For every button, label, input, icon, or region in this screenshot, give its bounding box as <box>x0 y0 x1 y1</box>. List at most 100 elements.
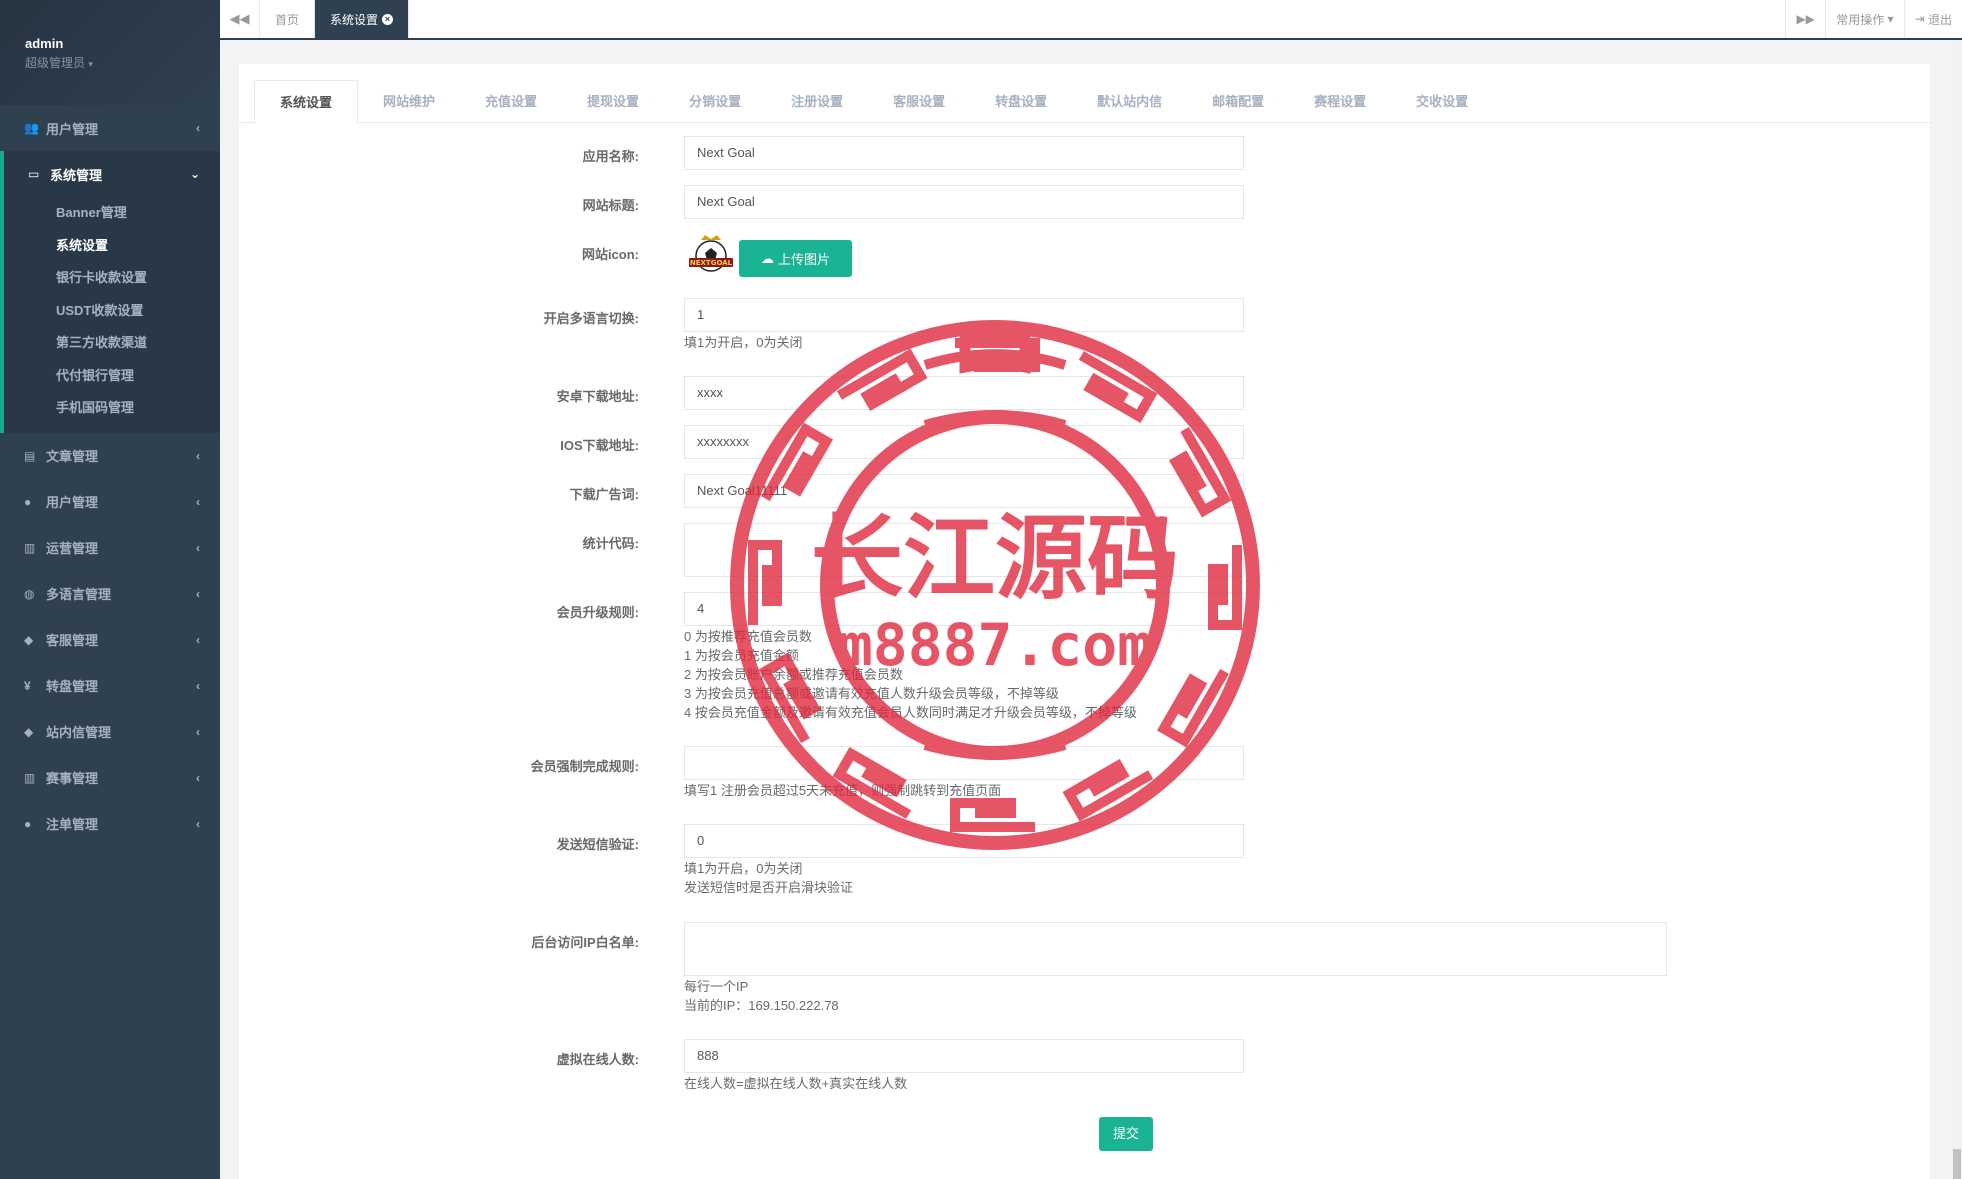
user-profile: admin 超级管理员 ▾ <box>0 0 220 105</box>
force-rule-input[interactable] <box>684 746 1244 780</box>
sidebar-item-matches[interactable]: ▥ 赛事管理 ‹ <box>0 755 220 801</box>
sidebar-sub-bank[interactable]: 银行卡收款设置 <box>4 262 220 295</box>
sidebar-item-system[interactable]: ▭ 系统管理 ⌄ <box>4 151 220 197</box>
caret-down-icon: ▾ <box>88 59 93 69</box>
page-scrollbar[interactable] <box>1952 42 1962 1179</box>
upload-image-button[interactable]: ☁ 上传图片 <box>739 240 852 277</box>
sidebar-item-operations[interactable]: ▥ 运营管理 ‹ <box>0 525 220 571</box>
sidebar-sub-banner[interactable]: Banner管理 <box>4 197 220 230</box>
common-ops-dropdown[interactable]: 常用操作 ▾ <box>1825 0 1903 38</box>
tab-default-message[interactable]: 默认站内信 <box>1072 80 1187 123</box>
chevron-left-icon: ‹ <box>196 448 200 463</box>
upgrade-rule-help-0: 0 为按推荐充值会员数 <box>684 629 812 644</box>
sidebar-item-wheel[interactable]: ¥ 转盘管理 ‹ <box>0 663 220 709</box>
tab-maintenance[interactable]: 网站维护 <box>358 80 460 123</box>
sidebar-item-user[interactable]: ● 用户管理 ‹ <box>0 479 220 525</box>
ip-whitelist-textarea[interactable] <box>684 922 1667 976</box>
sidebar-sub-country-code[interactable]: 手机国码管理 <box>4 392 220 425</box>
sidebar-item-articles[interactable]: ▤ 文章管理 ‹ <box>0 433 220 479</box>
virtual-online-input[interactable]: 888 <box>684 1039 1244 1073</box>
site-logo-image: NEXTGOAL <box>689 235 733 272</box>
tab-label: 系统设置 <box>330 12 379 27</box>
sms-verify-input[interactable]: 0 <box>684 824 1244 858</box>
site-title-label: 网站标题: <box>582 198 639 213</box>
chevron-left-icon: ‹ <box>196 494 200 509</box>
desktop-icon: ▭ <box>28 167 40 181</box>
tab-distribution[interactable]: 分销设置 <box>664 80 766 123</box>
user-icon: ● <box>24 816 32 831</box>
sidebar-item-label: 运营管理 <box>46 541 99 556</box>
stats-code-textarea[interactable] <box>684 523 1244 577</box>
sidebar-item-bets[interactable]: ● 注单管理 ‹ <box>0 801 220 847</box>
tab-support[interactable]: 客服设置 <box>868 80 970 123</box>
virtual-online-label: 虚拟在线人数: <box>556 1052 639 1067</box>
chevron-left-icon: ‹ <box>196 586 200 601</box>
upload-label: 上传图片 <box>777 252 830 267</box>
main-content: 系统设置 网站维护 充值设置 提现设置 分销设置 注册设置 客服设置 转盘设置 … <box>220 42 1942 1179</box>
force-rule-label: 会员强制完成规则: <box>530 759 639 774</box>
bar-chart-icon: ▥ <box>24 770 36 785</box>
sidebar-sub-payout-bank[interactable]: 代付银行管理 <box>4 360 220 393</box>
sms-verify-help-0: 填1为开启，0为关闭 <box>684 861 803 876</box>
users-icon: 👥 <box>24 121 39 135</box>
sidebar-sub-usdt[interactable]: USDT收款设置 <box>4 295 220 328</box>
app-name-input[interactable]: Next Goal <box>684 136 1244 170</box>
tab-register[interactable]: 注册设置 <box>766 80 868 123</box>
sidebar-item-messages[interactable]: ◆ 站内信管理 ‹ <box>0 709 220 755</box>
top-tab-bar: ◀◀ 首页 系统设置 × ▶▶ 常用操作 ▾ ⇥ 退出 <box>220 0 1962 40</box>
virtual-online-help: 在线人数=虚拟在线人数+真实在线人数 <box>684 1076 908 1091</box>
sidebar-item-support[interactable]: ◆ 客服管理 ‹ <box>0 617 220 663</box>
chevron-left-icon: ‹ <box>196 770 200 785</box>
tab-recharge[interactable]: 充值设置 <box>460 80 562 123</box>
logout-label: 退出 <box>1927 12 1952 27</box>
scroll-right-button[interactable]: ▶▶ <box>1785 0 1825 38</box>
sidebar-item-label: 系统管理 <box>50 167 103 183</box>
site-title-input[interactable]: Next Goal <box>684 185 1244 219</box>
close-icon[interactable]: × <box>382 13 394 25</box>
upgrade-rule-input[interactable]: 4 <box>684 592 1244 626</box>
ios-url-label: IOS下载地址: <box>560 438 639 453</box>
tab-system-settings[interactable]: 系统设置 × <box>315 0 410 38</box>
yen-icon: ¥ <box>24 678 31 693</box>
sidebar-item-languages[interactable]: ◍ 多语言管理 ‹ <box>0 571 220 617</box>
svg-text:NEXTGOAL: NEXTGOAL <box>690 259 733 267</box>
caret-down-icon: ▾ <box>1887 12 1894 26</box>
app-name-label: 应用名称: <box>582 149 639 164</box>
role-dropdown[interactable]: 超级管理员 ▾ <box>25 54 220 71</box>
tab-wheel[interactable]: 转盘设置 <box>970 80 1072 123</box>
comment-icon: ◆ <box>24 632 34 647</box>
settings-panel: 系统设置 网站维护 充值设置 提现设置 分销设置 注册设置 客服设置 转盘设置 … <box>239 64 1930 1179</box>
tab-withdraw[interactable]: 提现设置 <box>562 80 664 123</box>
chevron-left-icon: ‹ <box>196 540 200 555</box>
username: admin <box>25 36 64 51</box>
user-icon: ● <box>24 494 32 509</box>
ios-url-input[interactable]: xxxxxxxx <box>684 425 1244 459</box>
role-label: 超级管理员 <box>25 56 86 70</box>
sms-verify-label: 发送短信验证: <box>556 837 639 852</box>
scrollbar-thumb[interactable] <box>1953 1149 1961 1179</box>
cloud-upload-icon: ☁ <box>760 250 774 266</box>
multilang-input[interactable]: 1 <box>684 298 1244 332</box>
sidebar-sub-third-party[interactable]: 第三方收款渠道 <box>4 327 220 360</box>
tab-schedule[interactable]: 赛程设置 <box>1289 80 1391 123</box>
tab-system[interactable]: 系统设置 <box>254 80 359 124</box>
settings-tabs: 系统设置 网站维护 充值设置 提现设置 分销设置 注册设置 客服设置 转盘设置 … <box>239 80 1930 124</box>
sidebar-item-label: 多语言管理 <box>46 587 112 602</box>
tab-email[interactable]: 邮箱配置 <box>1187 80 1289 123</box>
submit-button[interactable]: 提交 <box>1099 1117 1153 1151</box>
sidebar-sub-system-settings[interactable]: 系统设置 <box>4 230 220 263</box>
tab-home[interactable]: 首页 <box>260 0 316 38</box>
sidebar-item-users[interactable]: 👥 用户管理 ‹ <box>0 105 220 151</box>
upgrade-rule-help-1: 1 为按会员充值金额 <box>684 648 799 663</box>
tab-settlement[interactable]: 交收设置 <box>1391 80 1493 123</box>
tab-spacer <box>409 0 1785 38</box>
site-icon-label: 网站icon: <box>581 247 639 262</box>
android-url-input[interactable]: xxxx <box>684 376 1244 410</box>
upgrade-rule-help-4: 4 按会员充值金额及邀请有效充值会员人数同时满足才升级会员等级，不掉等级 <box>684 705 1137 720</box>
multilang-label: 开启多语言切换: <box>543 311 639 326</box>
scroll-left-button[interactable]: ◀◀ <box>220 0 260 38</box>
ip-whitelist-label: 后台访问IP白名单: <box>531 935 639 950</box>
sidebar-item-label: 站内信管理 <box>46 725 112 740</box>
logout-button[interactable]: ⇥ 退出 <box>1903 0 1962 38</box>
download-ad-input[interactable]: Next Goal11111 <box>684 474 1244 508</box>
